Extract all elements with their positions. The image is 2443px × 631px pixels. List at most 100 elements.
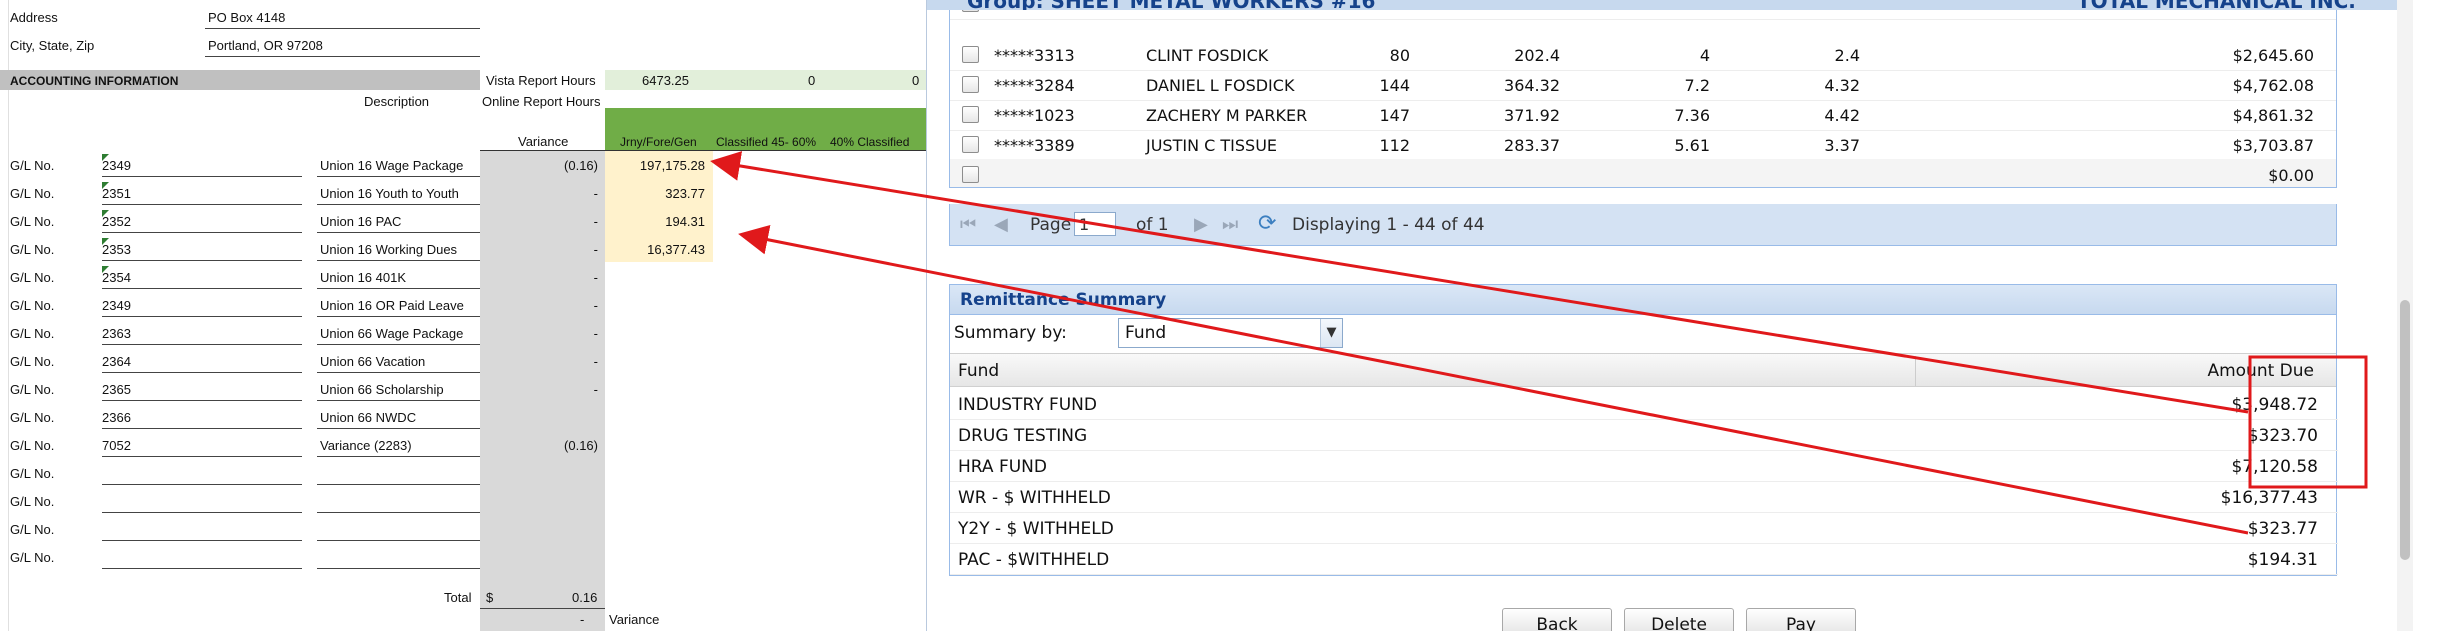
gl-number[interactable]: 7052 (102, 438, 131, 454)
address-value[interactable]: PO Box 4148 (208, 10, 285, 26)
vista-col2[interactable]: 0 (808, 73, 815, 89)
next-page-icon[interactable]: ▶ (1194, 214, 1208, 235)
table-row[interactable]: *****3284 DANIEL L FOSDICK 144 364.32 7.2 4.3… (950, 69, 2336, 101)
gl-description[interactable]: Union 16 OR Paid Leave (320, 298, 464, 314)
header-underline (480, 150, 926, 151)
gl-number[interactable]: 2366 (102, 410, 131, 426)
gl-description-underline (317, 484, 480, 485)
scroll-thumb[interactable] (2400, 300, 2410, 560)
gl-description[interactable]: Union 16 Wage Package (320, 158, 463, 174)
table-row[interactable]: *****3389 JUSTIN C TISSUE 112 283.37 5.61 3.3… (950, 129, 2336, 161)
delete-button[interactable]: Delete (1624, 608, 1734, 631)
gl-label: G/L No. (10, 242, 55, 257)
employee-amount: $4,762.08 (2232, 76, 2314, 95)
employee-ssn: *****1023 (994, 106, 1075, 125)
gl-description[interactable]: Union 66 Vacation (320, 354, 425, 370)
gl-number[interactable]: 2364 (102, 354, 131, 370)
list-item[interactable]: Y2Y - $ WITHHELD $323.77 (950, 513, 2338, 544)
chevron-down-icon[interactable]: ▼ (1320, 319, 1342, 347)
comment-marker (102, 238, 109, 245)
row-checkbox[interactable] (962, 76, 979, 93)
employee-amount: $2,645.60 (2232, 46, 2314, 65)
pay-button[interactable]: Pay (1746, 608, 1856, 631)
fund-name: Y2Y - $ WITHHELD (958, 519, 1114, 539)
gl-number[interactable]: 2363 (102, 326, 131, 342)
gl-description[interactable]: Union 16 PAC (320, 214, 401, 230)
comment-marker (102, 154, 109, 161)
employee-hours: 144 (1379, 76, 1410, 95)
gl-description-underline (317, 288, 480, 289)
table-row[interactable]: *****3313 CLINT FOSDICK 80 202.4 4 2.4 $2,645.… (950, 39, 2336, 71)
employee-ssn: *****3284 (994, 76, 1075, 95)
gl-description-underline (317, 428, 480, 429)
last-page-icon[interactable]: ⏭ (1222, 214, 1238, 235)
gl-number-underline (102, 288, 302, 289)
city-value[interactable]: Portland, OR 97208 (208, 38, 323, 54)
gl-number-underline (102, 232, 302, 233)
gl-description[interactable]: Union 66 Scholarship (320, 382, 444, 398)
gl-amount: 16,377.43 (647, 242, 705, 257)
table-row[interactable]: *****1023 ZACHERY M PARKER 147 371.92 7.36 4.… (950, 99, 2336, 131)
group-title-bar: Group: SHEET METAL WORKERS #16 TOTAL MEC… (927, 0, 2407, 10)
list-item[interactable]: PAC - $WITHHELD $194.31 (950, 544, 2338, 575)
gl-label: G/L No. (10, 550, 55, 565)
gl-description[interactable]: Union 66 Wage Package (320, 326, 463, 342)
refresh-icon[interactable]: ⟳ (1258, 211, 1276, 236)
total-value: 0.16 (572, 590, 598, 605)
gl-description-underline (317, 400, 480, 401)
bottom-variance-label: Variance (609, 612, 660, 627)
page-number-input[interactable]: 1 (1074, 212, 1116, 236)
gl-description[interactable]: Union 66 NWDC (320, 410, 416, 426)
summary-by-select[interactable]: Fund ▼ (1118, 318, 1343, 348)
city-label: City, State, Zip (10, 38, 95, 53)
fund-column-header[interactable]: Fund (958, 361, 999, 381)
row-checkbox[interactable] (962, 166, 979, 183)
vista-value[interactable]: 6473.25 (642, 73, 689, 89)
gl-number[interactable]: 2365 (102, 382, 131, 398)
list-item[interactable]: DRUG TESTING $323.70 (950, 420, 2338, 451)
list-item[interactable]: INDUSTRY FUND $3,948.72 (950, 389, 2338, 420)
back-button[interactable]: Back (1502, 608, 1612, 631)
table-row-partial[interactable] (950, 10, 2336, 20)
gl-label: G/L No. (10, 522, 55, 537)
gl-number-underline (102, 344, 302, 345)
employee-col3: 7.2 (1684, 76, 1710, 95)
row-checkbox[interactable] (962, 136, 979, 153)
row-checkbox[interactable] (962, 46, 979, 63)
gl-label: G/L No. (10, 158, 55, 173)
gl-description[interactable]: Variance (2283) (320, 438, 412, 454)
description-header: Description (364, 94, 430, 109)
gl-number-underline (102, 540, 302, 541)
group-title: Group: SHEET METAL WORKERS #16 (967, 0, 1375, 10)
vertical-scrollbar[interactable] (2397, 0, 2413, 631)
first-page-icon[interactable]: ⏮ (960, 214, 976, 235)
gl-number-underline (102, 428, 302, 429)
row-checkbox[interactable] (962, 106, 979, 123)
amount-due-column-header[interactable]: Amount Due (2207, 361, 2314, 381)
summary-by-value: Fund (1125, 323, 1167, 343)
page-label: Page (1030, 215, 1072, 235)
employee-col2: 283.37 (1504, 136, 1560, 155)
gl-description-underline (317, 540, 480, 541)
variance-header: Variance (518, 134, 569, 149)
employee-col2: 371.92 (1504, 106, 1560, 125)
gl-number[interactable]: 2349 (102, 298, 131, 314)
employee-amount: $4,861.32 (2232, 106, 2314, 125)
gl-description[interactable]: Union 16 Youth to Youth (320, 186, 459, 202)
list-item[interactable]: WR - $ WITHHELD $16,377.43 (950, 482, 2338, 513)
gl-description[interactable]: Union 16 Working Dues (320, 242, 457, 258)
gl-label: G/L No. (10, 382, 55, 397)
fund-amount: $323.77 (2247, 519, 2318, 539)
grid-total-value: $0.00 (2268, 166, 2314, 185)
gl-description[interactable]: Union 16 401K (320, 270, 406, 286)
list-item[interactable]: HRA FUND $7,120.58 (950, 451, 2338, 482)
vista-col3[interactable]: 0 (912, 73, 919, 89)
fund-amount: $3,948.72 (2231, 395, 2318, 415)
employee-ssn: *****3313 (994, 46, 1075, 65)
fund-name: WR - $ WITHHELD (958, 488, 1111, 508)
prev-page-icon[interactable]: ◀ (994, 214, 1008, 235)
accounting-header: ACCOUNTING INFORMATION (10, 74, 179, 88)
summary-by-label: Summary by: (954, 323, 1067, 343)
gl-description-underline (317, 260, 480, 261)
row-checkbox[interactable] (962, 10, 979, 12)
